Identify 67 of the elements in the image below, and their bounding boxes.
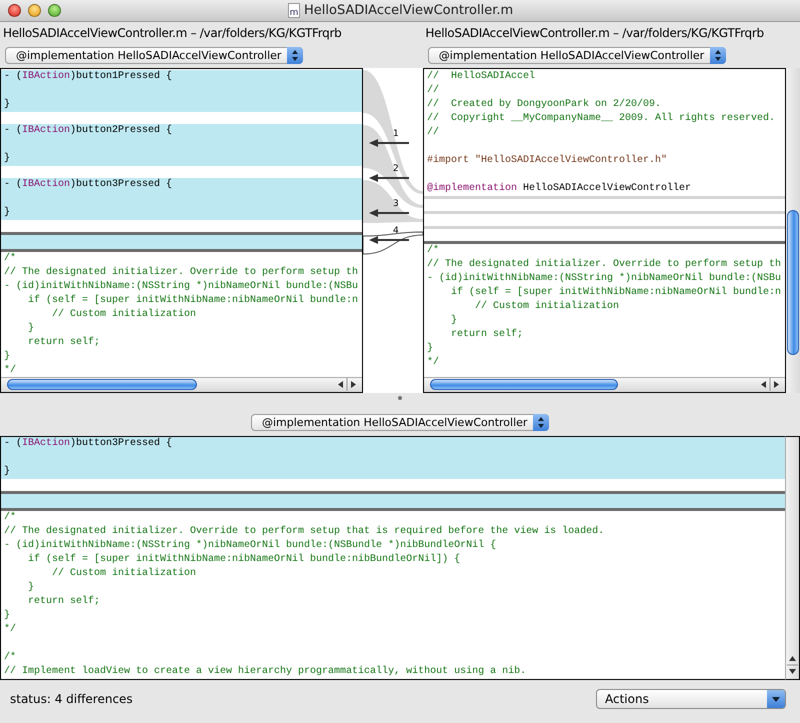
code-line: #import "HelloSADIAccelViewController.h": [426, 154, 668, 168]
code-line: return self;: [27, 595, 102, 609]
code-line: }: [450, 314, 458, 328]
arrow-icon[interactable]: [369, 174, 409, 182]
code-line: // Created by DongyoonPark on 2/20/09.: [426, 98, 662, 112]
file-path: HelloSADIAccelViewController.m – /var/folders/KG/KGTFrqrb: [425, 26, 765, 40]
code-line: @implementation HelloSADIAccelViewController: [426, 182, 692, 196]
code-line: /*: [3, 252, 18, 266]
code-line: */: [3, 364, 18, 377]
difference-number: 4: [393, 226, 399, 236]
splitter-handle[interactable]: [398, 396, 402, 400]
code-line: return self;: [27, 336, 102, 350]
code-line: // Copyright __MyCompanyName__ 2009. All rights reserved.: [426, 112, 776, 126]
scrollbar-thumb[interactable]: [787, 210, 799, 355]
vertical-scrollbar[interactable]: [785, 436, 800, 680]
vertical-scrollbar[interactable]: [786, 68, 800, 393]
code-line: }: [3, 350, 12, 364]
code-line: // Custom initialization: [474, 300, 620, 314]
code-line: // The designated initializer. Override to perform setup that is required before the view is loaded.: [3, 525, 606, 539]
minimize-button[interactable]: [28, 4, 41, 17]
code-line: if (self = [super initWithNibName:nibNameOrNil bundle:n: [450, 286, 782, 300]
code-line: //: [426, 84, 440, 98]
symbol-popup[interactable]: @implementation HelloSADIAccelViewController: [428, 47, 726, 64]
arrow-icon[interactable]: [369, 236, 409, 244]
arrow-icon[interactable]: [369, 209, 409, 217]
code-line: /*: [3, 651, 18, 665]
symbol-popup[interactable]: @implementation HelloSADIAccelViewController: [251, 414, 549, 431]
code-line: - (id)initWithNibName:(NSString *)nibNameOrNil bundle:(NSBu: [426, 272, 782, 286]
close-button[interactable]: [8, 4, 21, 17]
code-line: }: [426, 342, 434, 356]
code-line: /*: [426, 244, 440, 258]
code-line: - (id)initWithNibName:(NSString *)nibNameOrNil bundle:(NSBu: [3, 280, 360, 294]
code-line: //: [426, 126, 440, 140]
window-title: HelloSADIAccelViewController.m: [304, 3, 514, 18]
file-icon: m: [288, 3, 300, 18]
file-path: HelloSADIAccelViewController.m – /var/folders/KG/KGTFrqrb: [2, 26, 342, 40]
symbol-popup[interactable]: @implementation HelloSADIAccelViewController: [5, 47, 303, 64]
difference-number: 2: [393, 164, 399, 174]
code-line: - (id)initWithNibName:(NSString *)nibNameOrNil bundle:(NSBundle *)nibBundleOrNil {: [3, 539, 498, 553]
code-line: // HelloSADIAccel: [426, 70, 536, 84]
stepper-icon: [287, 47, 303, 64]
code-line: // Implement loadView to create a view hierarchy programmatically, without using a nib.: [3, 665, 528, 679]
actions-popup[interactable]: Actions: [596, 688, 786, 708]
code-line: }: [27, 581, 36, 595]
stepper-icon: [710, 47, 726, 64]
scrollbar-thumb[interactable]: [430, 379, 618, 390]
code-line: }: [3, 609, 12, 623]
scrollbar-thumb[interactable]: [7, 379, 197, 390]
stepper-icon: [533, 414, 549, 431]
code-line: // The designated initializer. Override to perform setup th: [426, 258, 782, 272]
code-line: }: [27, 322, 36, 336]
zoom-button[interactable]: [48, 4, 61, 17]
code-line: if (self = [super initWithNibName:nibNameOrNil bundle:nibBundleOrNil]) {: [27, 553, 462, 567]
arrow-icon[interactable]: [369, 139, 409, 147]
code-line: // Custom initialization: [51, 567, 198, 581]
code-line: return self;: [450, 328, 524, 342]
code-line: */: [3, 623, 18, 637]
difference-number: 1: [393, 129, 399, 139]
code-line: if (self = [super initWithNibName:nibNameOrNil bundle:n: [27, 294, 360, 308]
horizontal-scrollbar[interactable]: [1, 377, 362, 392]
code-line: // The designated initializer. Override to perform setup th: [3, 266, 360, 280]
code-line: // Custom initialization: [51, 308, 198, 322]
status-text: status: 4 differences: [10, 692, 133, 706]
code-line: /*: [3, 511, 18, 525]
horizontal-scrollbar[interactable]: [424, 377, 785, 392]
code-line: */: [426, 356, 440, 370]
difference-number: 3: [393, 199, 399, 209]
